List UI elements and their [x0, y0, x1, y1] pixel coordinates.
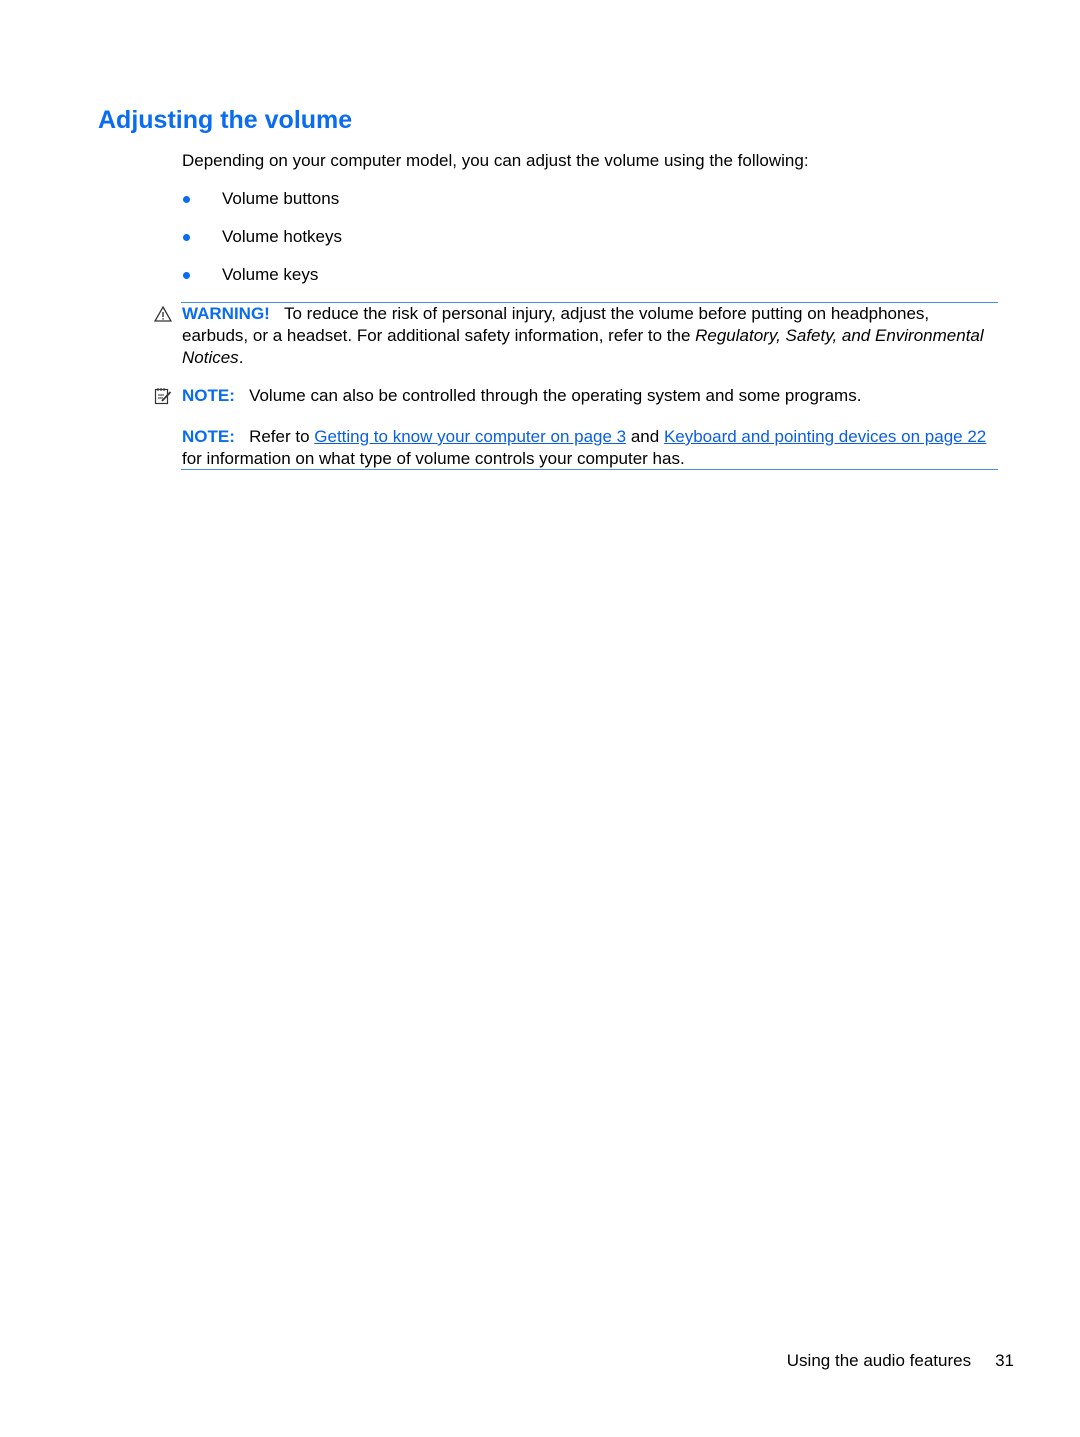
note-text-end: for information on what type of volume c… — [182, 449, 685, 468]
bullet-icon — [183, 196, 190, 203]
list-item-text: Volume hotkeys — [222, 227, 343, 246]
note-volume-controls: NOTE: Refer to Getting to know your comp… — [182, 426, 997, 470]
list-item: Volume buttons — [182, 189, 342, 227]
page-footer: Using the audio features 31 — [787, 1351, 1014, 1371]
bullet-icon — [183, 272, 190, 279]
link-keyboard-and-pointing-devices[interactable]: Keyboard and pointing devices on page 22 — [664, 427, 986, 446]
note-text: Volume can also be controlled through th… — [249, 386, 862, 405]
volume-control-list: Volume buttons Volume hotkeys Volume key… — [182, 189, 342, 303]
intro-paragraph: Depending on your computer model, you ca… — [182, 151, 809, 170]
page-heading: Adjusting the volume — [98, 106, 353, 134]
note-label: NOTE: — [182, 427, 235, 446]
note-text-and: and — [626, 427, 664, 446]
warning-text-end: . — [238, 348, 244, 367]
note-text: Refer to — [249, 427, 315, 446]
list-item-text: Volume keys — [222, 265, 319, 284]
link-getting-to-know-your-computer[interactable]: Getting to know your computer on page 3 — [314, 427, 626, 446]
notice-bottom-rule — [181, 469, 998, 470]
footer-section-title: Using the audio features — [786, 1351, 972, 1370]
note-icon — [154, 388, 172, 405]
bullet-icon — [183, 234, 190, 241]
page-number: 31 — [995, 1351, 1014, 1370]
note-label: NOTE: — [182, 386, 235, 405]
warning-label: WARNING! — [182, 304, 270, 323]
warning-triangle-icon — [154, 305, 172, 322]
list-item-text: Volume buttons — [222, 189, 340, 208]
note-operating-system: NOTE: Volume can also be controlled thro… — [182, 385, 997, 407]
list-item: Volume hotkeys — [182, 227, 342, 265]
list-item: Volume keys — [182, 265, 342, 303]
warning-notice: WARNING! To reduce the risk of personal … — [182, 303, 997, 369]
